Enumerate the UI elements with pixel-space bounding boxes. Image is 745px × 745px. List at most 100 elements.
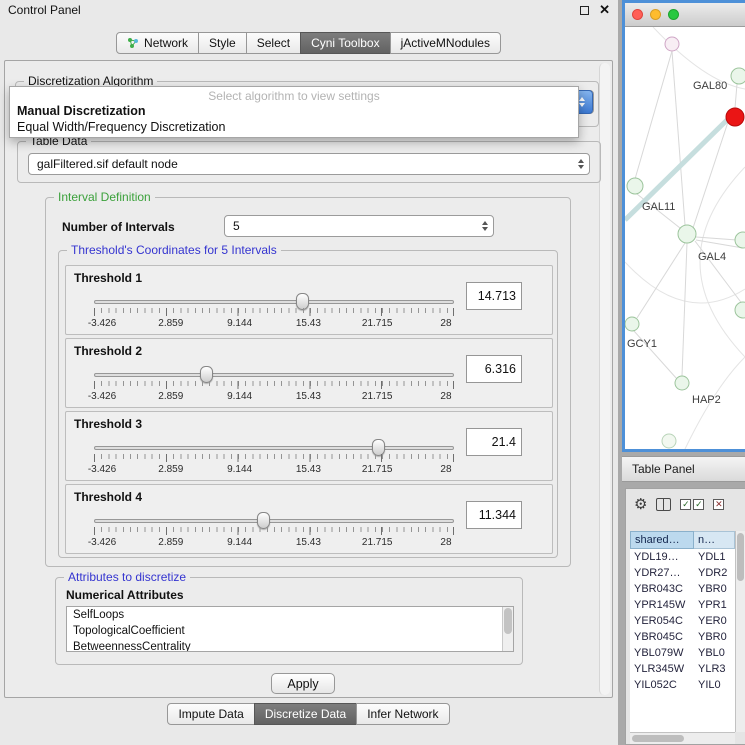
cell-shared-name: YDL19… <box>630 551 694 563</box>
threshold-slider[interactable]: -3.4262.8599.14415.4321.71528 <box>94 511 454 549</box>
table-vertical-scrollbar[interactable] <box>735 531 745 732</box>
cell-name: YER0 <box>694 615 735 627</box>
threshold-slider[interactable]: -3.4262.8599.14415.4321.71528 <box>94 292 454 330</box>
network-node-hap2[interactable] <box>675 376 689 390</box>
table-row[interactable]: YPR145WYPR1 <box>630 597 735 613</box>
table-row[interactable]: YDR27…YDR2 <box>630 565 735 581</box>
slider-track[interactable] <box>94 519 454 523</box>
combobox-stepper-icon[interactable] <box>482 221 488 231</box>
scale-label: 15.43 <box>286 318 330 329</box>
close-icon[interactable]: ✕ <box>599 5 610 15</box>
table-body: YDL19…YDL1YDR27…YDR2YBR043CYBR0YPR145WYP… <box>630 549 735 732</box>
network-node-selected[interactable] <box>726 108 744 126</box>
table-panel-header: Table Panel <box>622 456 745 482</box>
columns-icon[interactable] <box>656 498 671 511</box>
tab-infer-network[interactable]: Infer Network <box>356 703 449 725</box>
threshold-value-input[interactable] <box>466 428 522 456</box>
table-panel-title: Table Panel <box>632 462 695 476</box>
column-header-name[interactable]: n… <box>694 531 735 549</box>
network-node-gal4[interactable] <box>678 225 696 243</box>
tab-label: Discretize Data <box>265 707 346 721</box>
list-scrollbar[interactable] <box>502 607 513 651</box>
network-canvas[interactable]: GAL80GAL11GAL4GCY1HAP2 <box>625 27 745 449</box>
network-node[interactable] <box>735 302 745 318</box>
dropdown-option-manual-discretization[interactable]: Manual Discretization <box>10 103 578 119</box>
clear-selection-icon[interactable]: ✕ <box>713 499 724 510</box>
network-edge[interactable] <box>672 51 685 225</box>
cell-name: YPR1 <box>694 599 735 611</box>
cell-shared-name: YBL079W <box>630 647 694 659</box>
network-node-gal11[interactable] <box>627 178 643 194</box>
slider-track[interactable] <box>94 373 454 377</box>
network-window-titlebar <box>625 3 745 27</box>
top-tabstrip: NetworkStyle Select Cyni ToolboxjActiveMNo… <box>0 32 618 54</box>
select-all-icon[interactable]: ✓✓ <box>680 499 704 510</box>
scale-label: -3.426 <box>80 391 124 402</box>
cell-shared-name: YLR345W <box>630 663 694 675</box>
list-item[interactable]: SelfLoops <box>67 607 501 623</box>
table-row[interactable]: YBR045CYBR0 <box>630 629 735 645</box>
table-data-group: Table Data galFiltered.sif default node <box>17 141 601 183</box>
table-panel-window: ⚙ ✓✓ ✕ shared… n… YDL19…YDL1YDR27…YDR2YB… <box>625 488 745 745</box>
minimize-traffic-light-icon[interactable] <box>650 9 661 20</box>
control-panel-window: Control Panel ✕ NetworkStyleSelectCyni T… <box>0 0 618 745</box>
cell-name: YBR0 <box>694 631 735 643</box>
gear-icon[interactable]: ⚙ <box>634 497 647 512</box>
network-icon <box>127 37 139 49</box>
attributes-group-title: Attributes to discretize <box>64 570 190 585</box>
scale-label: 15.43 <box>286 391 330 402</box>
slider-track[interactable] <box>94 300 454 304</box>
cell-name: YLR3 <box>694 663 735 675</box>
table-row[interactable]: YER054CYER0 <box>630 613 735 629</box>
threshold-slider[interactable]: -3.4262.8599.14415.4321.71528 <box>94 365 454 403</box>
slider-scale-labels: -3.4262.8599.14415.4321.71528 <box>80 318 468 329</box>
cell-name: YIL0 <box>694 679 735 691</box>
table-row[interactable]: YIL052CYIL0 <box>630 677 735 693</box>
tab-discretize-data[interactable]: Discretize Data <box>254 703 357 725</box>
dropdown-option-equal-width-frequency[interactable]: Equal Width/Frequency Discretization <box>10 119 578 135</box>
table-row[interactable]: YBL079WYBL0 <box>630 645 735 661</box>
network-edge[interactable] <box>735 84 737 108</box>
combobox-stepper-icon[interactable] <box>578 159 584 169</box>
cell-shared-name: YDR27… <box>630 567 694 579</box>
network-edge[interactable] <box>682 243 687 376</box>
list-item[interactable]: BetweennessCentrality <box>67 639 501 652</box>
number-of-intervals-combobox[interactable]: 5 <box>224 215 494 237</box>
threshold-value-input[interactable] <box>466 501 522 529</box>
table-row[interactable]: YDL19…YDL1 <box>630 549 735 565</box>
network-edge[interactable] <box>635 51 672 179</box>
list-item[interactable]: TopologicalCoefficient <box>67 623 501 639</box>
tab-label: Select <box>257 36 290 50</box>
table-horizontal-scrollbar[interactable] <box>630 732 735 744</box>
tab-network[interactable]: Network <box>116 32 199 54</box>
minimize-icon[interactable] <box>580 6 589 15</box>
scale-label: -3.426 <box>80 537 124 548</box>
network-node[interactable] <box>731 68 745 84</box>
tab-select[interactable]: Select <box>246 32 301 54</box>
table-row[interactable]: YLR345WYLR3 <box>630 661 735 677</box>
tab-style[interactable]: Style <box>198 32 247 54</box>
cell-shared-name: YER054C <box>630 615 694 627</box>
zoom-traffic-light-icon[interactable] <box>668 9 679 20</box>
threshold-value-input[interactable] <box>466 282 522 310</box>
network-node[interactable] <box>662 434 676 448</box>
network-node[interactable] <box>665 37 679 51</box>
attributes-group: Attributes to discretize Numerical Attri… <box>55 577 523 665</box>
numerical-attributes-list[interactable]: SelfLoopsTopologicalCoefficientBetweenne… <box>66 606 514 652</box>
column-header-shared-name[interactable]: shared… <box>630 531 694 549</box>
threshold-value-input[interactable] <box>466 355 522 383</box>
table-row[interactable]: YBR043CYBR0 <box>630 581 735 597</box>
tab-jactivemnodules[interactable]: jActiveMNodules <box>390 32 501 54</box>
close-traffic-light-icon[interactable] <box>632 9 643 20</box>
number-of-intervals-value: 5 <box>233 219 240 233</box>
cell-name: YBL0 <box>694 647 735 659</box>
tab-cyni-toolbox[interactable]: Cyni Toolbox <box>300 32 390 54</box>
table-data-combobox[interactable]: galFiltered.sif default node <box>28 153 590 175</box>
network-node[interactable] <box>735 232 745 248</box>
network-node-gcy1[interactable] <box>625 317 639 331</box>
numerical-attributes-label: Numerical Attributes <box>66 588 184 602</box>
apply-button[interactable]: Apply <box>271 673 335 694</box>
slider-track[interactable] <box>94 446 454 450</box>
tab-impute-data[interactable]: Impute Data <box>167 703 254 725</box>
threshold-slider[interactable]: -3.4262.8599.14415.4321.71528 <box>94 438 454 476</box>
